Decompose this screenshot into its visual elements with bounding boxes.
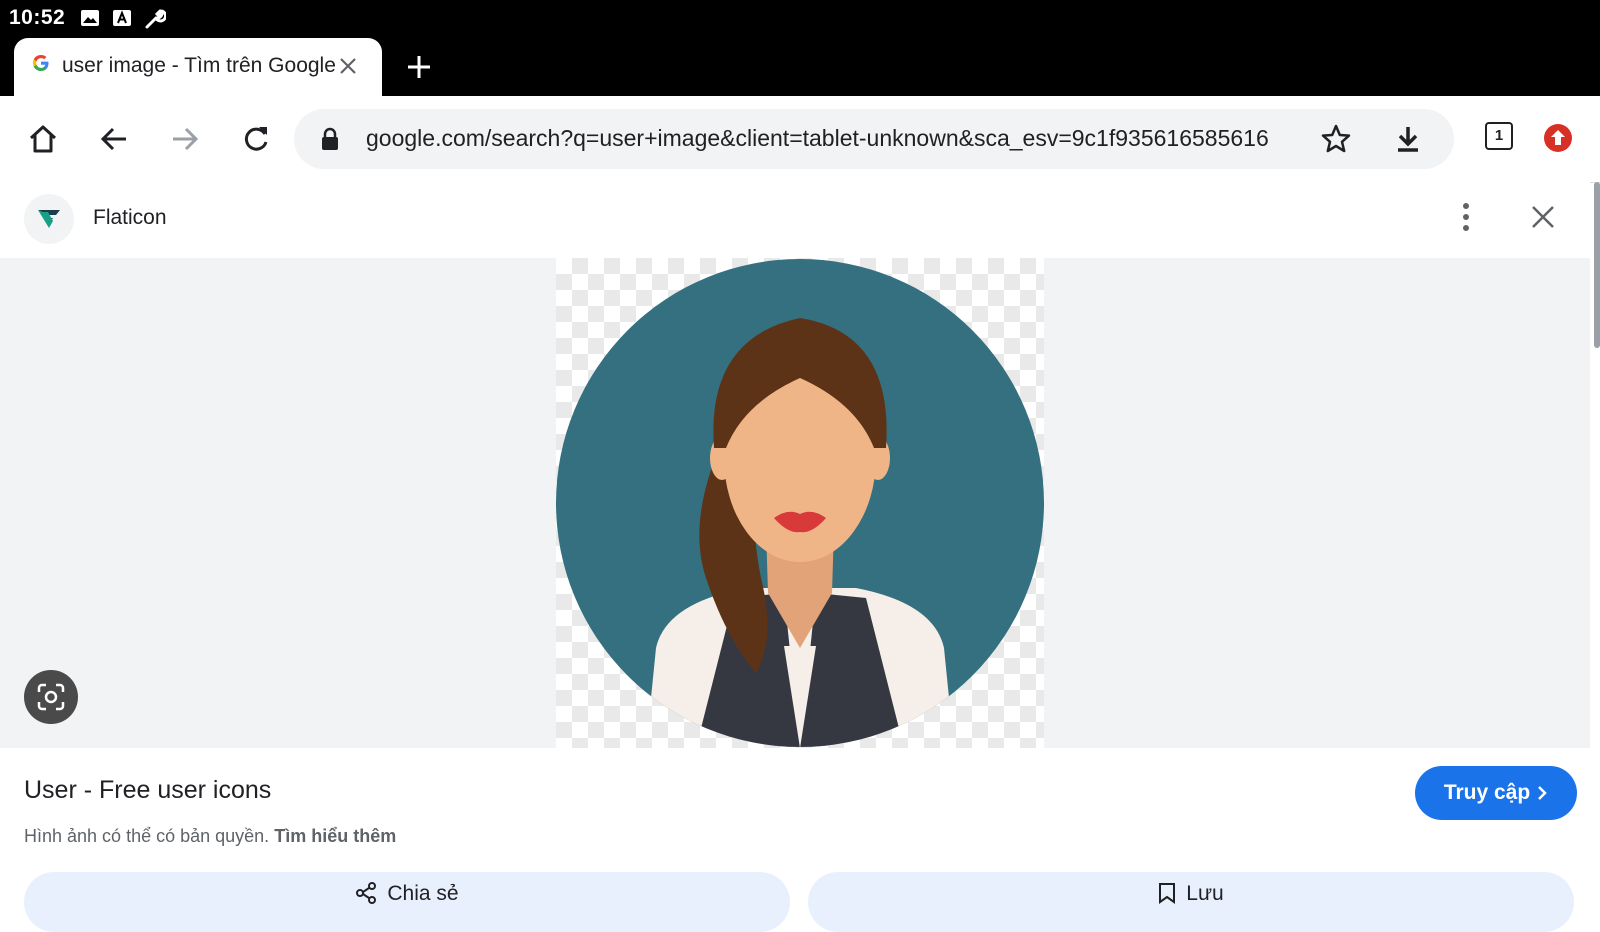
learn-more-link[interactable]: Tìm hiểu thêm — [274, 826, 396, 846]
tab-title: user image - Tìm trên Google — [62, 54, 336, 77]
google-g-icon — [33, 55, 49, 71]
chevron-right-icon — [1538, 786, 1547, 800]
reload-button[interactable] — [237, 120, 275, 158]
home-button[interactable] — [24, 120, 62, 158]
url-text[interactable]: google.com/search?q=user+image&client=ta… — [366, 125, 1294, 152]
share-icon — [356, 882, 377, 904]
visit-label: Truy cập — [1443, 781, 1531, 804]
lock-icon[interactable] — [320, 127, 340, 151]
tab-strip: user image - Tìm trên Google — [0, 38, 1600, 96]
update-icon[interactable] — [1544, 124, 1572, 152]
image-preview-area — [0, 258, 1590, 748]
close-icon[interactable] — [1530, 204, 1556, 230]
font-icon — [113, 10, 131, 26]
share-button[interactable]: Chia sẻ — [24, 872, 790, 932]
copyright-text: Hình ảnh có thể có bản quyền. — [24, 826, 270, 846]
image-title: User - Free user icons — [24, 776, 272, 804]
flaticon-icon — [38, 210, 60, 228]
image-icon — [81, 10, 99, 26]
download-icon[interactable] — [1392, 123, 1424, 155]
forward-arrow-icon — [173, 127, 199, 151]
bookmark-star-icon[interactable] — [1320, 123, 1352, 155]
status-bar: 10:52 — [0, 0, 1600, 38]
omnibox[interactable]: google.com/search?q=user+image&client=ta… — [294, 109, 1454, 169]
google-lens-button[interactable] — [24, 670, 78, 724]
share-label: Chia sẻ — [387, 882, 459, 905]
browser-tab[interactable]: user image - Tìm trên Google — [14, 38, 382, 96]
close-tab-icon[interactable] — [338, 56, 358, 76]
reload-icon — [244, 127, 268, 151]
forward-button[interactable] — [166, 120, 204, 158]
save-label: Lưu — [1186, 882, 1224, 905]
browser-toolbar: google.com/search?q=user+image&client=ta… — [0, 96, 1600, 183]
tab-switcher-button[interactable]: 1 — [1485, 122, 1513, 150]
save-button[interactable]: Lưu — [808, 872, 1574, 932]
home-icon — [29, 125, 57, 153]
status-time: 10:52 — [9, 6, 66, 29]
image-source-header: Flaticon — [0, 182, 1590, 258]
flaticon-logo[interactable] — [24, 194, 74, 244]
visit-button[interactable]: Truy cập — [1415, 766, 1577, 820]
bookmark-icon — [1159, 883, 1176, 904]
back-arrow-icon — [100, 127, 126, 151]
new-tab-icon[interactable] — [406, 54, 432, 80]
lens-icon — [37, 683, 65, 711]
back-button[interactable] — [95, 120, 133, 158]
transparent-backdrop — [556, 258, 1044, 748]
user-avatar-image[interactable] — [556, 258, 1044, 748]
status-icons — [80, 8, 166, 30]
copyright-notice: Hình ảnh có thể có bản quyền. Tìm hiểu t… — [24, 826, 396, 847]
scrollbar[interactable] — [1594, 182, 1600, 348]
site-name[interactable]: Flaticon — [93, 206, 167, 230]
more-vert-icon[interactable] — [1462, 202, 1470, 232]
image-info-panel: User - Free user icons Hình ảnh có thể c… — [0, 748, 1590, 932]
wrench-icon — [145, 9, 166, 29]
